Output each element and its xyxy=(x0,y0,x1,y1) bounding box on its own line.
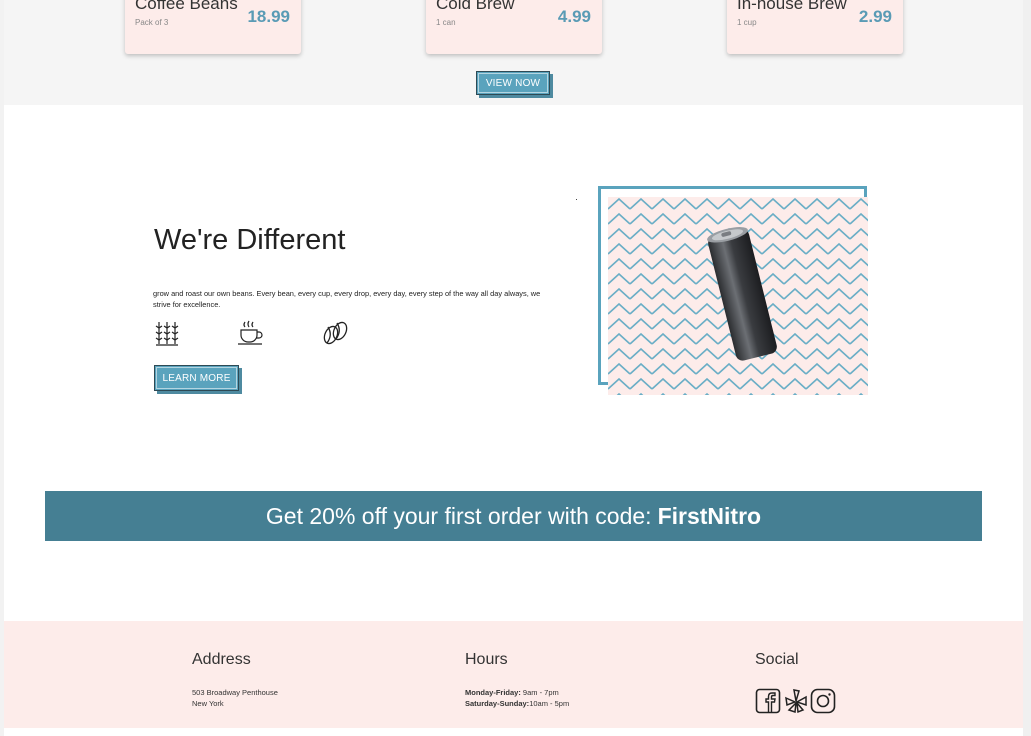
product-name: Cold Brew xyxy=(436,0,515,13)
product-sub: 1 can xyxy=(436,18,456,27)
product-card-cold-brew[interactable]: Cold Brew 1 can 4.99 xyxy=(426,0,602,54)
hours-weekend-value: 10am - 5pm xyxy=(529,699,570,708)
learn-more-button[interactable]: LEARN MORE xyxy=(154,365,239,391)
address-line: New York xyxy=(192,699,224,708)
promo-code: FirstNitro xyxy=(657,502,762,529)
coffee-plant-icon xyxy=(155,322,179,346)
product-price: 2.99 xyxy=(858,7,892,26)
hours-weekday-value: 9am - 7pm xyxy=(520,688,559,697)
product-sub: 1 cup xyxy=(737,18,757,27)
product-price: 18.99 xyxy=(247,7,290,26)
hours-weekday: Monday-Friday: 9am - 7pm xyxy=(465,688,559,697)
stray-dot xyxy=(576,199,577,200)
product-price: 4.99 xyxy=(557,7,591,26)
hours-weekend-label: Saturday-Sunday: xyxy=(465,699,530,708)
instagram-icon[interactable] xyxy=(810,688,836,714)
product-name: In-house Brew xyxy=(737,0,847,13)
product-name: Coffee Beans xyxy=(135,0,238,13)
coffee-cup-icon xyxy=(238,320,263,345)
product-card-in-house-brew[interactable]: In-house Brew 1 cup 2.99 xyxy=(727,0,903,54)
page: Coffee Beans Pack of 3 18.99 Cold Brew 1… xyxy=(4,0,1023,736)
view-now-button[interactable]: VIEW NOW xyxy=(476,71,550,95)
address-heading: Address xyxy=(192,651,251,668)
scrollbar[interactable] xyxy=(1023,0,1031,736)
product-sub: Pack of 3 xyxy=(135,18,169,27)
promo-text: Get 20% off your first order with code: xyxy=(265,502,652,529)
different-title: We're Different xyxy=(154,224,346,256)
hours-heading: Hours xyxy=(465,651,508,668)
different-body: grow and roast our own beans. Every bean… xyxy=(153,289,541,309)
coffee-bean-icon xyxy=(323,321,348,345)
yelp-icon[interactable] xyxy=(783,688,809,714)
products-section: Coffee Beans Pack of 3 18.99 Cold Brew 1… xyxy=(4,0,1023,105)
social-heading: Social xyxy=(755,651,799,668)
hours-weekday-label: Monday-Friday: xyxy=(465,688,521,697)
hours-weekend: Saturday-Sunday:10am - 5pm xyxy=(465,699,569,708)
promo-banner: Get 20% off your first order with code: … xyxy=(45,491,982,541)
facebook-icon[interactable] xyxy=(755,688,781,714)
footer: Address 503 Broadway Penthouse New York … xyxy=(4,621,1023,728)
product-card-coffee-beans[interactable]: Coffee Beans Pack of 3 18.99 xyxy=(125,0,301,54)
address-line: 503 Broadway Penthouse xyxy=(192,688,278,697)
nitro-can-image xyxy=(608,197,868,395)
